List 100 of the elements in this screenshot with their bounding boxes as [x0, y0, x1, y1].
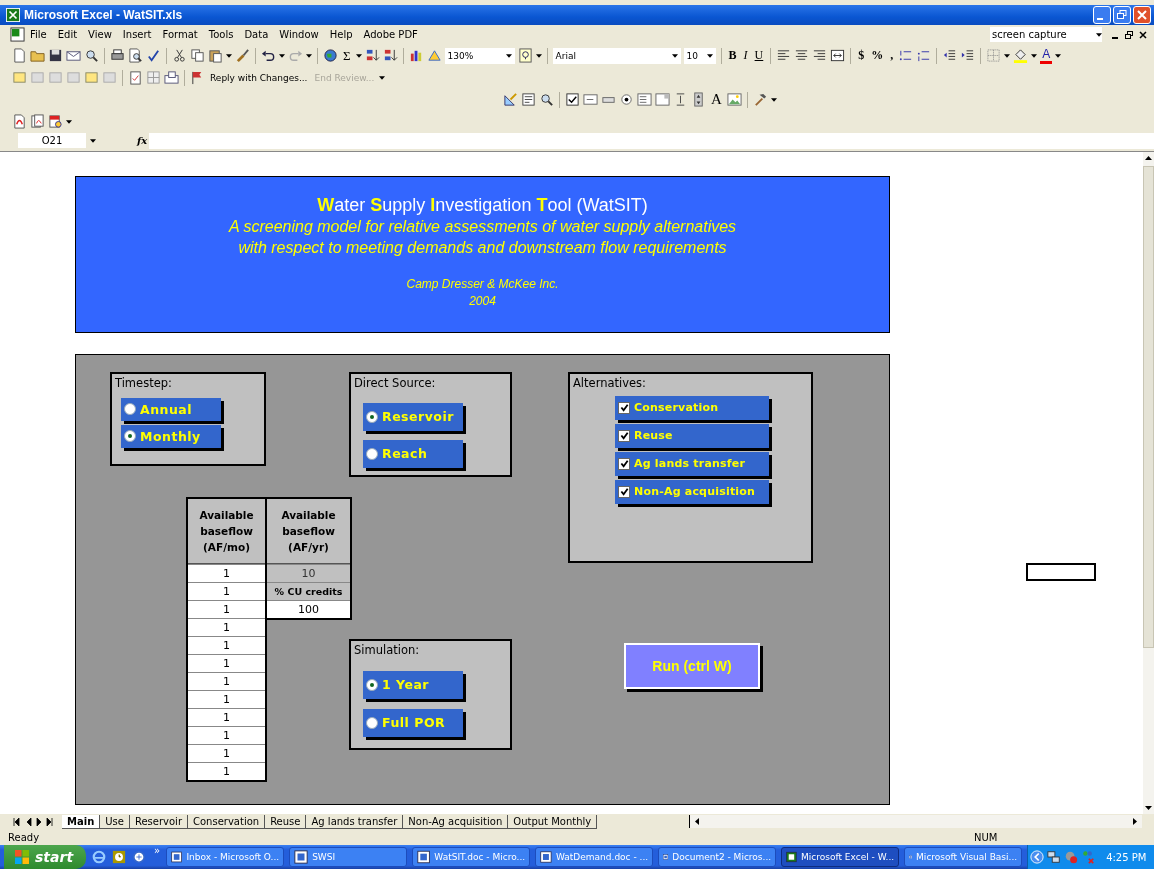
restore-icon[interactable] [1124, 29, 1134, 40]
pdf-pages-icon[interactable] [30, 114, 45, 130]
formula-input[interactable] [149, 132, 1154, 149]
caret-icon[interactable] [66, 119, 72, 124]
menu-item[interactable]: Adobe PDF [363, 29, 418, 41]
format-button[interactable]: I [741, 46, 750, 65]
merge-cells-icon[interactable] [830, 48, 846, 64]
spreadsheet-icon[interactable] [10, 27, 25, 43]
properties-icon[interactable] [521, 92, 536, 108]
radio-option[interactable]: Full POR [363, 708, 463, 737]
undo-icon[interactable] [261, 48, 276, 64]
taskbar-button[interactable]: Inbox - Microsoft O... [166, 847, 285, 867]
scroll-left-icon[interactable] [694, 817, 700, 827]
radio-option[interactable]: Monthly [121, 424, 221, 448]
radio-icon[interactable] [619, 92, 634, 108]
menu-item[interactable]: Tools [208, 29, 234, 41]
format-button[interactable]: U [752, 46, 766, 65]
magnifier-icon[interactable] [84, 48, 99, 64]
zoom-dropdown[interactable]: 130% [444, 47, 515, 64]
shapes-icon[interactable] [426, 48, 442, 64]
pdf-chat-icon[interactable] [48, 114, 63, 130]
close-button[interactable] [1133, 5, 1151, 24]
taskbar-button[interactable]: Document2 - Micros... [658, 847, 777, 867]
font-dropdown[interactable]: Arial [552, 47, 681, 64]
font-size-dropdown[interactable]: 10 [683, 47, 716, 64]
help-search-field[interactable]: screen capture [990, 27, 1102, 43]
clock-icon[interactable] [112, 850, 126, 864]
document-icon[interactable] [12, 48, 27, 64]
sheet-tab[interactable]: Reservoir [129, 814, 188, 829]
pdf-page-icon[interactable] [12, 114, 27, 130]
envelope-page-icon[interactable] [164, 70, 179, 86]
image-icon[interactable] [726, 92, 742, 108]
checkbox-option[interactable]: Reuse [615, 423, 769, 448]
vertical-scrollbar[interactable] [1143, 151, 1154, 815]
globe-icon[interactable] [132, 850, 146, 864]
caret-icon[interactable] [535, 53, 542, 58]
menu-item[interactable]: Data [244, 29, 269, 41]
caret-icon[interactable] [770, 97, 777, 102]
checkbox-option[interactable]: Ag lands transfer [615, 451, 769, 476]
caret-icon[interactable] [306, 53, 312, 58]
list-box-icon[interactable] [637, 92, 652, 108]
minimize-button[interactable] [1093, 5, 1111, 24]
radio-option[interactable]: Reservoir [363, 402, 463, 431]
text-field-icon[interactable] [583, 92, 598, 108]
number-format-button[interactable]: $ [856, 46, 867, 65]
taskbar-button[interactable]: SWSI [289, 847, 408, 867]
clipboard-icon[interactable] [128, 70, 143, 86]
taskbar-button[interactable]: WatSIT.doc - Micro... [412, 847, 531, 867]
horizontal-scrollbar[interactable] [689, 815, 1142, 829]
chevron-icon[interactable] [1030, 850, 1045, 864]
sheet-tab[interactable]: Output Monthly [508, 814, 598, 829]
scroll-up-icon[interactable] [1144, 153, 1153, 162]
sheet-tab[interactable]: Non-Ag acquisition [403, 814, 509, 829]
caret-icon[interactable] [379, 75, 386, 80]
number-format-button[interactable]: , [888, 46, 896, 65]
brush-icon[interactable] [235, 48, 250, 64]
sheet-tab[interactable]: Conservation [188, 814, 266, 829]
start-button[interactable]: start [4, 845, 86, 869]
taskbar-button[interactable]: Microsoft Excel - W... [781, 847, 900, 867]
globe-icon[interactable] [323, 48, 338, 64]
close-icon[interactable] [1138, 29, 1148, 40]
sheet-tab[interactable]: Reuse [265, 814, 307, 829]
ruler-pencil-icon[interactable] [503, 92, 518, 108]
hammer-icon[interactable] [752, 92, 768, 108]
paste-icon[interactable] [208, 48, 223, 64]
help-icon[interactable] [517, 48, 533, 64]
caret-icon[interactable] [1004, 53, 1011, 58]
caret-icon[interactable] [226, 53, 232, 58]
sheet-tab[interactable]: Ag lands transfer [306, 814, 404, 829]
copy-icon[interactable] [190, 48, 205, 64]
menu-item[interactable]: Insert [122, 29, 152, 41]
checkbox-icon[interactable] [565, 92, 580, 108]
reply-with-changes-button[interactable]: Reply with Changes... [208, 72, 310, 83]
menu-item[interactable]: Format [162, 29, 198, 41]
caret-icon[interactable] [1031, 53, 1038, 58]
font-color-button[interactable]: A [1040, 47, 1053, 64]
decrease-decimal-icon[interactable] [916, 48, 932, 64]
network-icon[interactable] [1047, 850, 1062, 864]
caret-icon[interactable] [1055, 53, 1062, 58]
menu-item[interactable]: Help [329, 29, 353, 41]
sort-descending-icon[interactable] [382, 48, 398, 64]
taskbar-button[interactable]: WatDemand.doc - ... [535, 847, 654, 867]
more-button[interactable]: » [154, 845, 161, 856]
caret-icon[interactable] [279, 53, 285, 58]
autosum-button[interactable]: Σ [341, 46, 353, 65]
checkbox-option[interactable]: Non-Ag acquisition [615, 479, 769, 504]
menu-item[interactable]: Window [279, 29, 319, 41]
menu-item[interactable]: View [88, 29, 112, 41]
scissors-icon[interactable] [172, 48, 187, 64]
number-format-button[interactable]: % [869, 46, 886, 65]
sort-ascending-icon[interactable] [364, 48, 380, 64]
caret-icon[interactable] [90, 138, 96, 143]
restore-button[interactable] [1113, 5, 1131, 24]
menu-item[interactable]: Edit [57, 29, 78, 41]
caret-icon[interactable] [1096, 32, 1102, 37]
envelope-icon[interactable] [66, 48, 81, 64]
caret-icon[interactable] [355, 53, 362, 58]
sheet-tab[interactable]: Main [62, 814, 101, 829]
magnifier-icon[interactable] [539, 92, 554, 108]
radio-option[interactable]: Reach [363, 439, 463, 468]
